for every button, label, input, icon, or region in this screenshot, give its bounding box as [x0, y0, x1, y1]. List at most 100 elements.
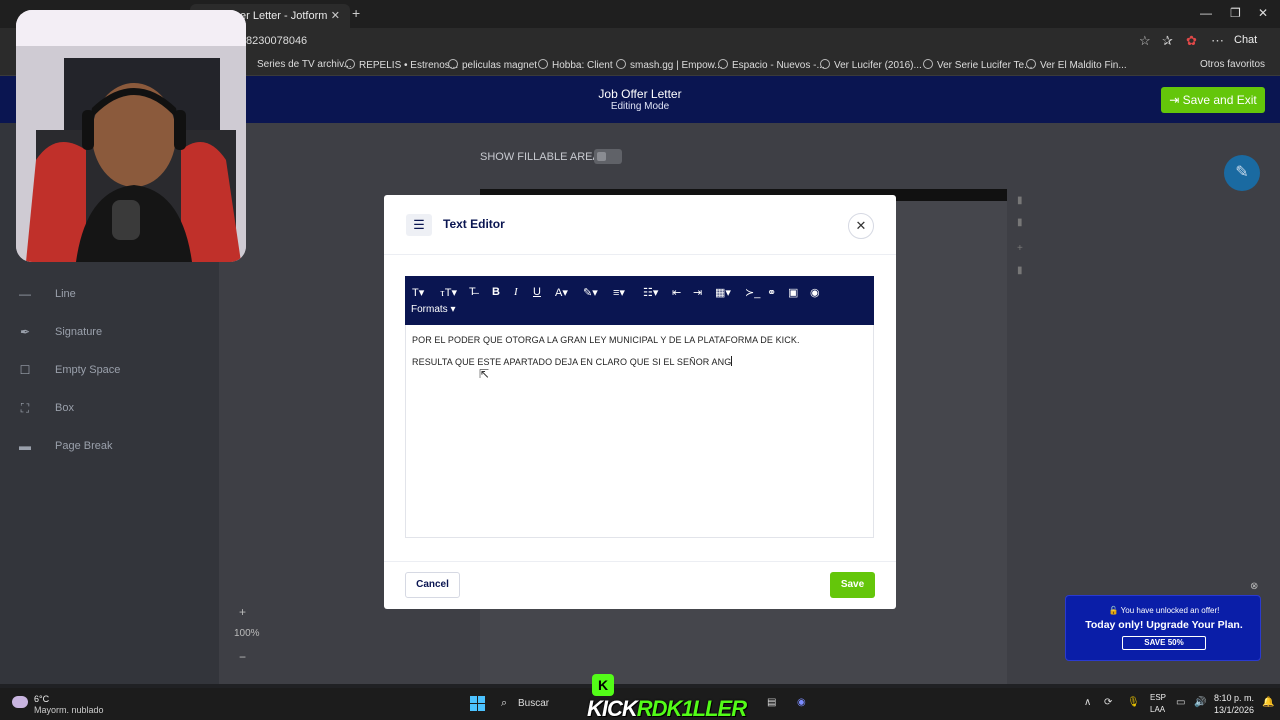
- offer-unlocked-text: 🔓 You have unlocked an offer!: [1108, 606, 1220, 615]
- windows-start-icon[interactable]: [470, 696, 486, 712]
- pen-icon: ✒: [19, 325, 31, 339]
- globe-icon: [538, 59, 548, 69]
- highlight-icon[interactable]: ✎▾: [583, 286, 598, 299]
- mouse-cursor-icon: ⇱: [479, 367, 490, 381]
- new-tab-icon[interactable]: +: [352, 5, 360, 21]
- clock-time[interactable]: 8:10 p. m.: [1214, 693, 1254, 703]
- bookmark-item[interactable]: Ver El Maldito Fin...: [1026, 59, 1127, 71]
- bookmark-item[interactable]: Hobba: Client: [538, 59, 613, 71]
- outdent-icon[interactable]: ⇤: [672, 286, 681, 299]
- layout-label[interactable]: LAA: [1150, 705, 1165, 714]
- globe-icon: [1026, 59, 1036, 69]
- bookmark-item[interactable]: smash.gg | Empow...: [616, 59, 723, 71]
- image-icon[interactable]: ▣: [788, 286, 798, 299]
- clock-date[interactable]: 13/1/2026: [1214, 705, 1254, 715]
- chat-button[interactable]: Chat: [1234, 34, 1257, 46]
- tray-chevron-icon[interactable]: ∧: [1084, 697, 1091, 708]
- code-icon[interactable]: ≻_: [745, 286, 760, 299]
- zoom-out-icon[interactable]: −: [239, 650, 246, 664]
- taskbar-search[interactable]: Buscar: [518, 698, 549, 709]
- font-size-icon[interactable]: ⲧT▾: [440, 286, 457, 300]
- store-icon[interactable]: ▤: [767, 697, 776, 708]
- box-icon: ⛶: [20, 401, 30, 415]
- save-button[interactable]: Save: [830, 572, 875, 598]
- close-tab-icon[interactable]: ✕: [331, 4, 340, 28]
- bookmark-item[interactable]: Ver Serie Lucifer Te...: [923, 59, 1032, 71]
- exit-icon: ⇥: [1169, 93, 1180, 107]
- globe-icon: [718, 59, 728, 69]
- bold-icon[interactable]: B: [492, 286, 500, 298]
- volume-icon[interactable]: 🔊: [1194, 697, 1206, 708]
- bookmark-item[interactable]: peliculas magnet: [448, 59, 537, 71]
- globe-icon: [448, 59, 458, 69]
- lock-icon: 🔓: [1108, 606, 1119, 615]
- streamer-overlay: KICKRDK1LLER: [587, 696, 747, 720]
- close-offer-icon[interactable]: ⊗: [1250, 581, 1258, 592]
- text-editor-area[interactable]: POR EL PODER QUE OTORGA LA GRAN LEY MUNI…: [405, 325, 874, 538]
- language-label[interactable]: ESP: [1150, 693, 1166, 702]
- link-icon[interactable]: ⚭: [767, 286, 776, 299]
- maximize-icon[interactable]: ❐: [1230, 6, 1241, 20]
- editor-line: RESULTA QUE ESTE APARTADO DEJA EN CLARO …: [412, 356, 733, 367]
- upgrade-offer-popup: 🔓 You have unlocked an offer! Today only…: [1065, 595, 1261, 661]
- minimize-icon[interactable]: —: [1200, 6, 1212, 20]
- globe-icon: [345, 59, 355, 69]
- formats-dropdown[interactable]: Formats ▾: [411, 304, 455, 315]
- show-fillable-label: SHOW FILLABLE AREAS: [480, 151, 608, 163]
- add-icon[interactable]: +: [1017, 243, 1023, 254]
- url-field[interactable]: 8230078046: [246, 35, 307, 47]
- preview-eye-icon[interactable]: ◉: [810, 286, 820, 299]
- network-icon[interactable]: ▭: [1176, 697, 1185, 708]
- other-bookmarks[interactable]: Otros favoritos: [1200, 59, 1265, 70]
- indent-icon[interactable]: ⇥: [693, 286, 702, 299]
- clear-format-icon[interactable]: T̶: [469, 286, 476, 298]
- close-window-icon[interactable]: ✕: [1258, 6, 1268, 20]
- trash-icon[interactable]: ▮: [1017, 195, 1023, 206]
- offer-headline: Today only! Upgrade Your Plan.: [1085, 619, 1243, 631]
- text-editor-icon: ☰: [406, 214, 432, 236]
- text-editor-modal: ☰ Text Editor ✕ T▾ ⲧT▾ T̶ B I U A▾ ✎▾ ≡▾…: [384, 195, 896, 609]
- modal-title: Text Editor: [443, 217, 505, 231]
- cancel-button[interactable]: Cancel: [405, 572, 460, 598]
- divider: [384, 254, 896, 255]
- close-modal-button[interactable]: ✕: [848, 213, 874, 239]
- zoom-in-icon[interactable]: +: [239, 605, 246, 619]
- text-color-icon[interactable]: A▾: [555, 286, 568, 299]
- square-icon: ☐: [19, 363, 31, 377]
- zoom-level: 100%: [234, 628, 260, 639]
- save-50-button[interactable]: SAVE 50%: [1122, 636, 1206, 650]
- more-icon[interactable]: ⋯: [1211, 33, 1224, 49]
- bookmark-item[interactable]: Ver Lucifer (2016)...: [820, 59, 922, 71]
- document-title: Job Offer Letter: [598, 87, 682, 101]
- line-icon: —: [19, 287, 31, 301]
- favorites-icon[interactable]: ✰: [1162, 33, 1173, 49]
- font-family-icon[interactable]: T▾: [412, 286, 424, 299]
- notification-icon[interactable]: 🔔: [1262, 697, 1274, 708]
- align-icon[interactable]: ≡▾: [613, 286, 625, 299]
- mic-icon[interactable]: 🎙: [1127, 697, 1140, 708]
- paint-brush-icon[interactable]: ✎: [1224, 155, 1260, 191]
- page-break-icon: ▬: [19, 439, 31, 453]
- bookmark-item[interactable]: REPELIS • Estrenos...: [345, 59, 458, 71]
- extension-icon[interactable]: ✿: [1186, 33, 1197, 49]
- delete-icon[interactable]: ▮: [1017, 265, 1023, 276]
- underline-icon[interactable]: U: [533, 286, 541, 298]
- bookmark-item[interactable]: Series de TV archiv...: [257, 59, 352, 70]
- mode-label: Editing Mode: [610, 101, 670, 112]
- globe-icon: [616, 59, 626, 69]
- bookmark-item[interactable]: Espacio - Nuevos -...: [718, 59, 825, 71]
- kick-logo-icon: K: [592, 674, 614, 696]
- table-icon[interactable]: ▦▾: [715, 286, 731, 299]
- discord-icon[interactable]: ◉: [797, 697, 806, 708]
- italic-icon[interactable]: I: [514, 286, 518, 298]
- search-icon[interactable]: ⌕: [501, 697, 507, 710]
- list-icon[interactable]: ☷▾: [643, 286, 658, 299]
- save-and-exit-button[interactable]: ⇥ Save and Exit: [1161, 87, 1265, 113]
- divider: [384, 561, 896, 562]
- copy-icon[interactable]: ▮: [1017, 217, 1023, 228]
- fillable-toggle[interactable]: [594, 149, 622, 164]
- webcam-overlay: [16, 10, 246, 262]
- sync-icon[interactable]: ⟳: [1104, 697, 1112, 708]
- temperature: 6°C: [34, 694, 50, 704]
- star-icon[interactable]: ☆: [1139, 33, 1151, 49]
